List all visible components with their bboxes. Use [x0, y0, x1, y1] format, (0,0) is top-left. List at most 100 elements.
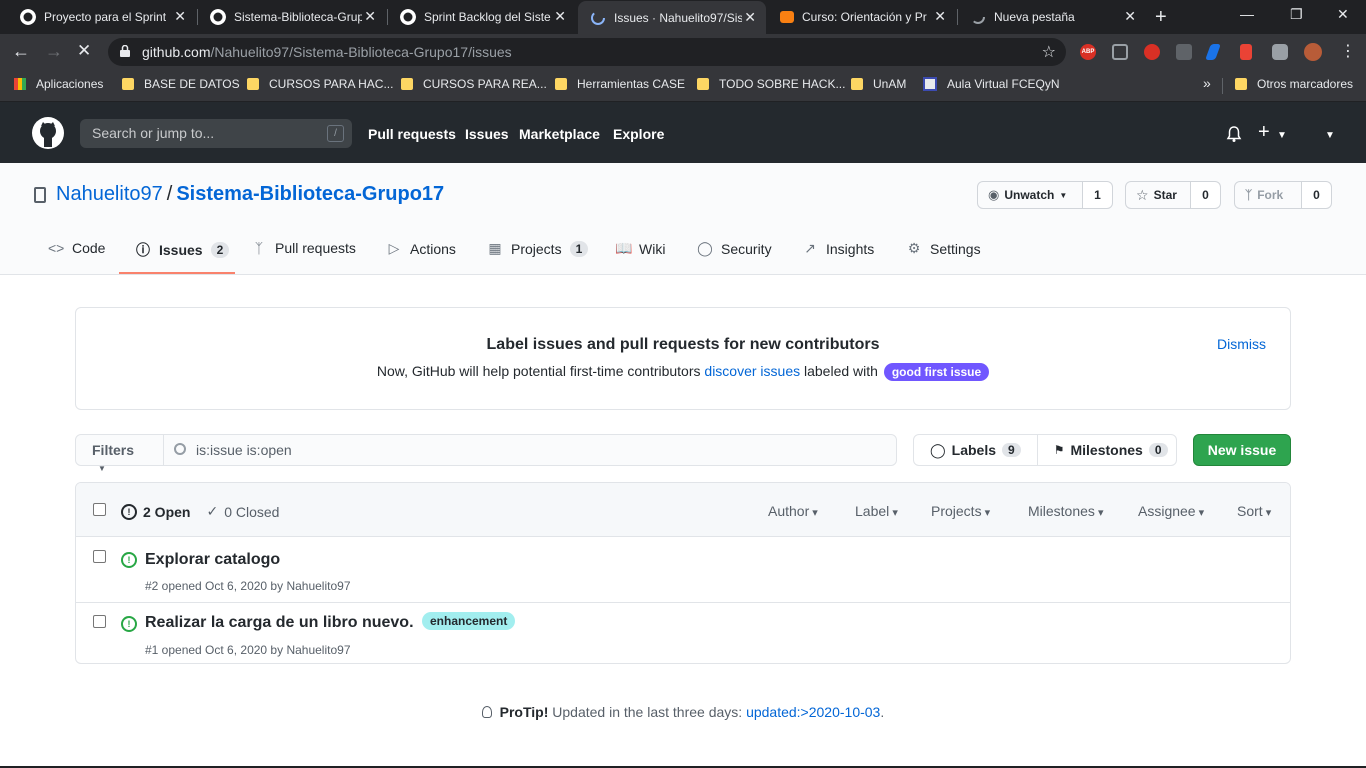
milestones-dropdown[interactable]: Milestones [1028, 503, 1104, 519]
author-dropdown[interactable]: Author [768, 503, 818, 519]
bookmark-folder[interactable]: CURSOS PARA HAC... [247, 77, 393, 91]
tab-wiki[interactable]: 📖 Wiki [615, 240, 665, 257]
nav-issues[interactable]: Issues [465, 126, 509, 142]
extension-orange-icon[interactable] [1240, 44, 1252, 60]
profile-avatar[interactable] [1304, 43, 1322, 61]
new-tab-icon[interactable]: + [1155, 6, 1167, 29]
watch-count[interactable]: 1 [1083, 181, 1113, 209]
bookmark-site[interactable]: Aula Virtual FCEQyN [923, 77, 1059, 91]
close-window-icon[interactable]: ✕ [1337, 6, 1349, 23]
filters-dropdown[interactable]: Filters ▼ [76, 435, 164, 473]
project-icon: ▦ [488, 240, 502, 256]
sort-dropdown[interactable]: Sort [1237, 503, 1271, 519]
bell-icon[interactable] [1226, 126, 1242, 143]
user-menu-caret-icon[interactable]: ▼ [1325, 130, 1335, 141]
new-issue-button[interactable]: New issue [1193, 434, 1291, 466]
close-tab-icon[interactable]: ✕ [934, 8, 946, 25]
tab-actions[interactable]: ▷ Actions [386, 240, 456, 257]
open-issues-link[interactable]: ! 2 Open [121, 503, 190, 520]
browser-tab[interactable]: Nueva pestaña ✕ [958, 0, 1146, 34]
bookmark-folder[interactable]: BASE DE DATOS [122, 77, 240, 91]
menu-dots-icon[interactable]: ⋮ [1340, 41, 1356, 61]
issue-checkbox[interactable] [93, 550, 106, 563]
discover-issues-link[interactable]: discover issues [704, 363, 800, 379]
protip: ProTip! Updated in the last three days: … [0, 704, 1366, 720]
tab-issues[interactable]: ⓘ Issues 2 [135, 240, 230, 260]
adblock-icon[interactable]: ABP [1080, 44, 1096, 60]
fork-button[interactable]: ᛉ Fork [1234, 181, 1302, 209]
browser-tab[interactable]: Sistema-Biblioteca-Grup ✕ [198, 0, 386, 34]
milestones-button[interactable]: ⚑ Milestones 0 [1036, 435, 1184, 465]
restore-icon[interactable]: ❐ [1290, 6, 1303, 23]
bookmark-apps[interactable]: Aplicaciones [14, 77, 103, 91]
issue-checkbox[interactable] [93, 615, 106, 628]
minimize-icon[interactable]: — [1240, 6, 1254, 22]
closed-issues-link[interactable]: ✓ 0 Closed [206, 503, 279, 520]
fork-count[interactable]: 0 [1302, 181, 1332, 209]
repo-owner-link[interactable]: Nahuelito97 [56, 183, 163, 205]
issue-title-link[interactable]: Explorar catalogo [145, 551, 280, 569]
browser-tab[interactable]: Curso: Orientación y Pr ✕ [768, 0, 956, 34]
assignee-dropdown[interactable]: Assignee [1138, 503, 1204, 519]
close-tab-icon[interactable]: ✕ [1124, 8, 1136, 25]
bookmark-folder[interactable]: CURSOS PARA REA... [401, 77, 547, 91]
extension-red-icon[interactable] [1144, 44, 1160, 60]
forward-arrow-icon[interactable]: → [45, 41, 63, 62]
tab-label: Actions [410, 240, 456, 257]
tab-label: Code [72, 240, 106, 256]
cube-icon[interactable] [1176, 44, 1192, 60]
protip-link[interactable]: updated:>2020-10-03 [746, 704, 880, 720]
search-input[interactable]: Search or jump to... / [80, 119, 352, 148]
dismiss-button[interactable]: Dismiss [1217, 336, 1266, 352]
other-bookmarks[interactable]: Otros marcadores [1235, 77, 1353, 91]
puzzle-icon[interactable] [1272, 44, 1288, 60]
create-new-plus-icon[interactable]: + [1258, 121, 1270, 144]
tab-insights[interactable]: ↗ Insights [802, 240, 874, 257]
nav-pull-requests[interactable]: Pull requests [368, 126, 456, 142]
bookmark-star-icon[interactable]: ☆ [1042, 42, 1056, 62]
chevron-down-icon[interactable]: ▼ [1277, 130, 1287, 141]
tab-settings[interactable]: ⚙ Settings [906, 240, 981, 257]
select-all-checkbox[interactable] [93, 503, 106, 516]
issue-title-link[interactable]: Realizar la carga de un libro nuevo. [145, 614, 414, 631]
star-count[interactable]: 0 [1191, 181, 1221, 209]
bookmark-folder[interactable]: Herramientas CASE [555, 77, 685, 91]
close-tab-icon[interactable]: ✕ [744, 9, 756, 26]
issue-opened-icon: ! [121, 503, 137, 520]
dropbox-icon[interactable] [1112, 44, 1128, 60]
tab-security[interactable]: ◯ Security [697, 240, 771, 257]
label-dropdown[interactable]: Label [855, 503, 898, 519]
banner-text: Now, GitHub will help potential first-ti… [76, 363, 1290, 381]
site-icon [923, 77, 937, 91]
repo-name-link[interactable]: Sistema-Biblioteca-Grupo17 [176, 183, 444, 205]
projects-dropdown[interactable]: Projects [931, 503, 990, 519]
close-tab-icon[interactable]: ✕ [174, 8, 186, 25]
bookmark-folder[interactable]: TODO SOBRE HACK... [697, 77, 845, 91]
close-tab-icon[interactable]: ✕ [364, 8, 376, 25]
good-first-issue-label[interactable]: good first issue [883, 363, 990, 381]
tab-pull-requests[interactable]: ᛉ Pull requests [251, 240, 356, 256]
url-text: github.com/Nahuelito97/Sistema-Bibliotec… [142, 44, 512, 60]
tab-projects[interactable]: ▦ Projects 1 [487, 240, 589, 257]
back-arrow-icon[interactable]: ← [12, 41, 30, 62]
close-tab-icon[interactable]: ✕ [554, 8, 566, 25]
issues-search-input[interactable] [196, 440, 876, 460]
browser-tab[interactable]: Proyecto para el Sprint ✕ [8, 0, 196, 34]
browser-tab[interactable]: Sprint Backlog del Siste ✕ [388, 0, 576, 34]
tab-code[interactable]: <> Code [48, 240, 105, 256]
bookmark-label: Aplicaciones [36, 77, 104, 91]
pen-icon[interactable] [1205, 44, 1221, 60]
bookmark-folder[interactable]: UnAM [851, 77, 906, 91]
banner-text-before: Now, GitHub will help potential first-ti… [376, 363, 701, 379]
stop-loading-icon[interactable]: ✕ [77, 41, 91, 61]
star-button[interactable]: ☆ Star [1125, 181, 1191, 209]
labels-button[interactable]: ◯ Labels 9 [914, 435, 1037, 465]
unwatch-button[interactable]: ◉ Unwatch ▼ [977, 181, 1083, 209]
bookmarks-overflow[interactable]: » [1203, 75, 1211, 91]
github-logo-icon[interactable] [32, 117, 64, 149]
address-bar[interactable]: github.com/Nahuelito97/Sistema-Bibliotec… [108, 38, 1066, 66]
browser-tab-active[interactable]: Issues · Nahuelito97/Sis ✕ [578, 1, 766, 34]
nav-marketplace[interactable]: Marketplace [519, 126, 600, 142]
nav-explore[interactable]: Explore [613, 126, 664, 142]
enhancement-label[interactable]: enhancement [421, 612, 516, 630]
